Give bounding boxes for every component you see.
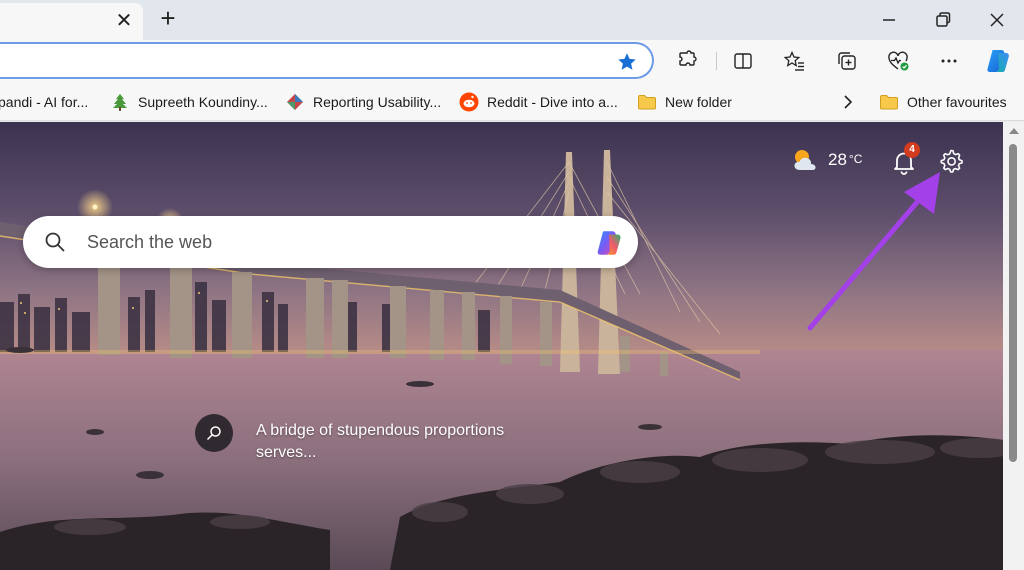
notification-badge: 4 [904, 142, 920, 158]
favourite-star-icon[interactable] [616, 51, 638, 73]
new-tab-page: 28 °C 4 A bridge of stupendous proportio… [0, 122, 1003, 570]
image-info[interactable]: A bridge of stupendous proportions serve… [195, 414, 526, 464]
search-input[interactable] [87, 226, 567, 258]
split-screen-icon [734, 53, 752, 69]
browser-essentials-button[interactable] [886, 49, 910, 73]
folder-icon [879, 92, 899, 112]
favourite-item-supreeth[interactable]: Supreeth Koundiny... [110, 91, 268, 113]
favourites-bar: pandi - AI for... Supreeth Koundiny... R… [0, 83, 1024, 121]
restore-icon [936, 12, 951, 27]
split-screen-button[interactable] [731, 49, 755, 73]
scroll-up-arrow[interactable] [1009, 128, 1019, 134]
scroll-thumb[interactable] [1009, 144, 1017, 462]
favourite-label: Supreeth Koundiny... [138, 94, 268, 110]
close-icon [990, 13, 1004, 27]
minimize-button[interactable] [877, 8, 901, 32]
search-icon [45, 232, 65, 252]
copilot-icon[interactable] [594, 227, 626, 259]
other-favourites-folder[interactable]: Other favourites [879, 91, 1007, 113]
toolbar-separator [716, 52, 717, 70]
favourite-label: pandi - AI for... [0, 94, 89, 110]
folder-icon [637, 92, 657, 112]
extensions-button[interactable] [675, 49, 699, 73]
favourite-label: Reporting Usability... [313, 94, 442, 110]
restore-button[interactable] [931, 8, 955, 32]
favourite-label: New folder [665, 94, 732, 110]
collections-button[interactable] [835, 49, 859, 73]
other-favourites-label: Other favourites [907, 94, 1007, 110]
annotation-arrow [807, 172, 940, 331]
favourite-item-ai[interactable]: pandi - AI for... [0, 91, 88, 113]
close-window-button[interactable] [985, 8, 1009, 32]
favourite-label: Reddit - Dive into a... [487, 94, 618, 110]
image-search-button[interactable] [195, 414, 233, 452]
tab-close-button[interactable]: ✕ [115, 11, 133, 31]
tab-strip: ✕ + [0, 0, 1024, 40]
puzzle-icon [679, 50, 697, 66]
chevron-right-icon[interactable] [838, 92, 858, 112]
reddit-icon [459, 92, 479, 112]
minimize-icon [883, 19, 895, 21]
search-box[interactable] [23, 216, 638, 268]
copilot-button[interactable] [984, 46, 1014, 76]
diamond-icon [285, 92, 305, 112]
favourite-item-reddit[interactable]: Reddit - Dive into a... [459, 91, 618, 113]
collections-icon [838, 52, 856, 70]
favourites-list-icon [783, 50, 804, 71]
active-tab[interactable]: ✕ [0, 3, 143, 40]
toolbar [0, 40, 1024, 83]
new-tab-button[interactable]: + [156, 5, 180, 31]
address-bar[interactable] [0, 42, 654, 79]
heart-pulse-icon [888, 51, 909, 71]
page-scrollbar[interactable] [1003, 122, 1024, 570]
search-icon [206, 426, 221, 441]
copilot-icon [987, 50, 1009, 72]
favourites-button[interactable] [783, 49, 807, 73]
image-caption: A bridge of stupendous proportions serve… [256, 422, 505, 461]
favourite-item-new-folder[interactable]: New folder [637, 91, 732, 113]
favourite-item-reporting[interactable]: Reporting Usability... [285, 91, 441, 113]
tree-icon [110, 92, 130, 112]
settings-and-more-button[interactable] [937, 49, 961, 73]
more-dots-icon [941, 59, 957, 63]
